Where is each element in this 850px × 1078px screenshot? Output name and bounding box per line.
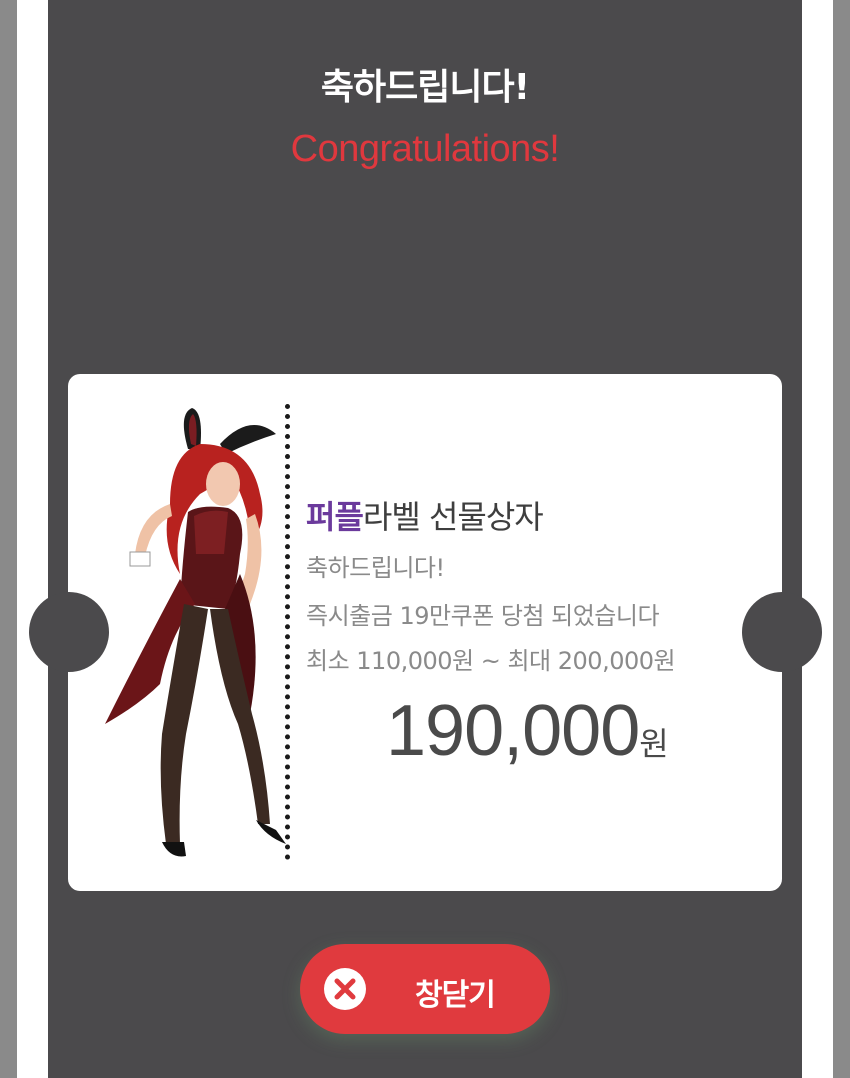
prize-range: 최소 110,000원 ~ 최대 200,000원 — [306, 647, 676, 675]
close-button[interactable]: 창닫기 — [300, 944, 550, 1034]
modal-subtitle: Congratulations! — [290, 128, 560, 170]
modal-title: 축하드립니다! — [320, 67, 530, 108]
prize-brand: 퍼플 — [306, 498, 364, 536]
prize-amount-value: 190,000 — [386, 691, 640, 771]
prize-description: 즉시출금 19만쿠폰 당첨 되었습니다 — [306, 602, 660, 630]
prize-title-rest: 라벨 선물상자 — [362, 498, 544, 536]
prize-congrats-text: 축하드립니다! — [306, 554, 445, 582]
character-illustration — [105, 408, 286, 857]
ticket-notch-left — [29, 592, 109, 672]
prize-amount: 190,000원 — [386, 690, 669, 772]
ticket-notch-right — [742, 592, 822, 672]
close-icon — [324, 968, 366, 1010]
close-button-label: 창닫기 — [415, 978, 496, 1013]
prize-amount-unit: 원 — [639, 725, 669, 763]
prize-title: 퍼플라벨 선물상자 — [306, 492, 544, 538]
